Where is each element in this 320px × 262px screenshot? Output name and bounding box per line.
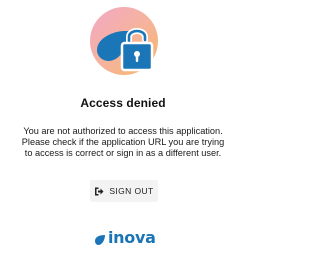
inova-drop-logo-icon (94, 230, 106, 246)
message-line: Please check if the application URL you … (21, 137, 225, 147)
sign-out-icon (94, 187, 104, 196)
message-line: You are not authorized to access this ap… (23, 126, 223, 136)
locked-padlock-illustration-icon (90, 7, 158, 75)
access-denied-page: Access denied You are not authorized to … (0, 0, 246, 262)
brand-logo: inova (94, 228, 156, 248)
access-denied-illustration (89, 6, 159, 76)
access-denied-message: You are not authorized to access this ap… (10, 126, 236, 159)
brand-name: inova (108, 228, 156, 247)
message-line: to access is correct or sign in as a dif… (24, 148, 222, 158)
sign-out-label: SIGN OUT (109, 186, 154, 196)
page-title: Access denied (80, 96, 166, 110)
sign-out-button[interactable]: SIGN OUT (90, 180, 158, 202)
